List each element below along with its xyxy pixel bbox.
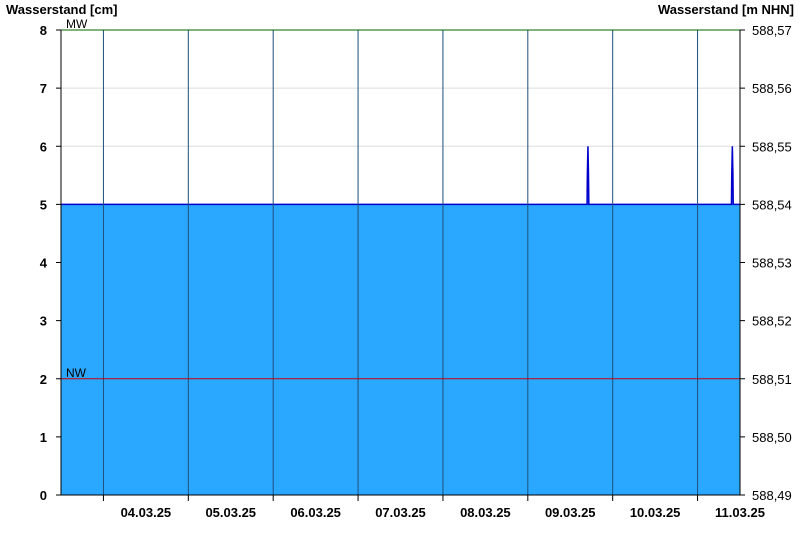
left-tick-label: 5	[40, 197, 47, 212]
right-tick-label: 588,57	[752, 23, 792, 38]
left-tick-label: 2	[40, 372, 47, 387]
left-tick-label: 3	[40, 314, 47, 329]
left-tick-label: 7	[40, 81, 47, 96]
x-tick-label: 05.03.25	[205, 505, 256, 520]
left-tick-label: 6	[40, 139, 47, 154]
x-tick-label: 10.03.25	[630, 505, 681, 520]
reference-label-mw: MW	[66, 17, 88, 31]
right-tick-label: 588,56	[752, 81, 792, 96]
x-tick-label: 07.03.25	[375, 505, 426, 520]
water-level-chart: MW NW 0 588,49 1 588,50 2 588,51 3 588,52 4 588,53 5…	[40, 17, 792, 520]
left-tick-label: 0	[40, 488, 47, 503]
right-tick-label: 588,53	[752, 256, 792, 271]
right-tick-label: 588,54	[752, 197, 792, 212]
x-tick-label: 08.03.25	[460, 505, 511, 520]
right-tick-label: 588,50	[752, 430, 792, 445]
x-tick-label: 11.03.25	[715, 505, 765, 520]
right-tick-label: 588,55	[752, 139, 792, 154]
left-tick-label: 4	[40, 256, 48, 271]
x-tick-label: 06.03.25	[290, 505, 341, 520]
reference-label-nw: NW	[66, 366, 87, 380]
x-tick-label: 04.03.25	[121, 505, 172, 520]
left-tick-label: 1	[40, 430, 47, 445]
right-tick-label: 588,51	[752, 372, 792, 387]
x-tick-label: 09.03.25	[545, 505, 596, 520]
right-tick-label: 588,52	[752, 314, 792, 329]
left-tick-label: 8	[40, 23, 47, 38]
right-tick-label: 588,49	[752, 488, 792, 503]
